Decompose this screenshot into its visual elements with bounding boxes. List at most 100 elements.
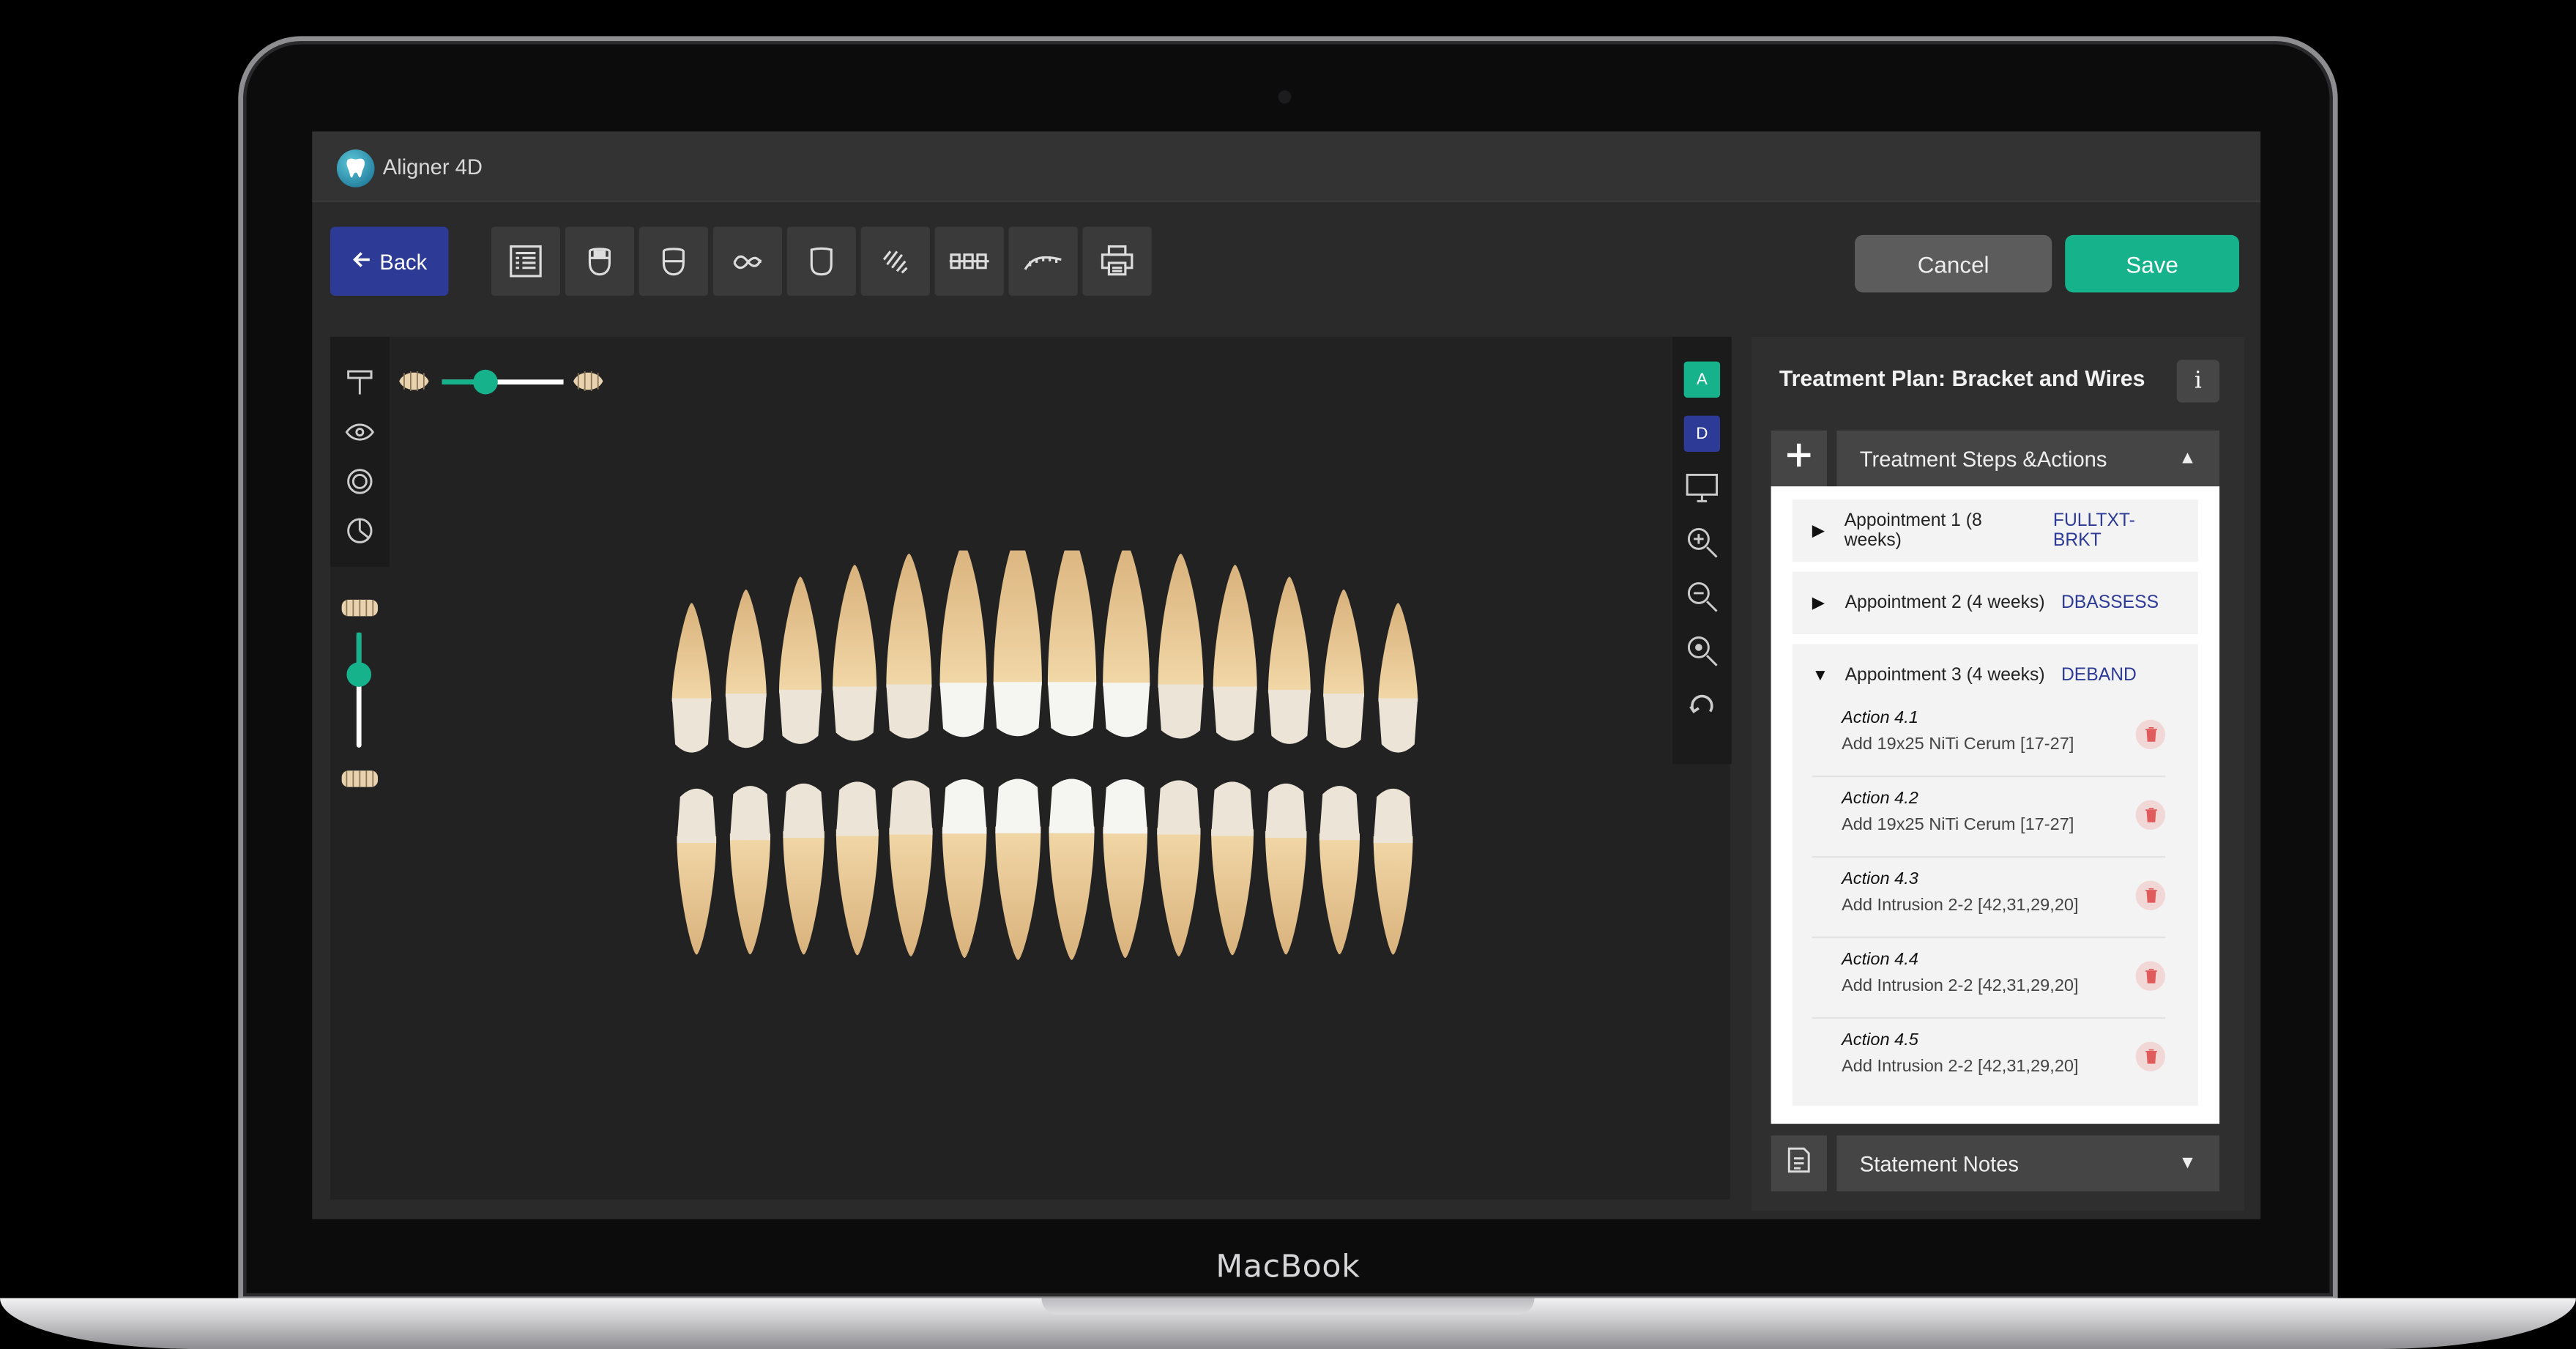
action-item[interactable]: Action 4.4 Add Intrusion 2-2 [42,31,29,2… [1812, 938, 2166, 1019]
action-description: Add 19x25 NiTi Cerum [17-27] [1842, 734, 2074, 754]
appointment-label: Appointment 1 (8 weeks) [1844, 510, 1982, 551]
lower-tooth-crown [1211, 781, 1254, 836]
device-brand: MacBook [1216, 1249, 1360, 1285]
tooth-logo-icon [336, 149, 375, 187]
upper-tooth-crown [671, 698, 712, 753]
app-window: Aligner 4D Back Cancel Save A D Treatmen… [312, 131, 2261, 1219]
lower-tooth-crown [889, 780, 933, 835]
trash-icon[interactable] [2135, 800, 2166, 830]
action-item[interactable]: Action 4.5 Add Intrusion 2-2 [42,31,29,2… [1812, 1019, 2166, 1099]
save-label: Save [2126, 250, 2178, 278]
note-add-icon [1784, 1145, 1814, 1183]
upper-tooth-root [939, 550, 987, 686]
zoom-in-icon[interactable] [1684, 524, 1720, 560]
rotate-icon[interactable] [1684, 687, 1720, 723]
jaw-slider-knob[interactable] [346, 662, 372, 687]
action-title: Action 4.3 [1842, 869, 1918, 889]
action-item[interactable]: Action 4.3 Add Intrusion 2-2 [42,31,29,2… [1812, 858, 2166, 939]
back-button-label: Back [379, 248, 428, 274]
appointment-item[interactable]: ▶ Appointment 1 (8 weeks) FULLTXT-BRKT [1792, 499, 2198, 562]
spring-icon[interactable] [860, 226, 930, 296]
lower-tooth-crown [1319, 786, 1360, 841]
wire-icon[interactable] [1008, 226, 1078, 296]
cancel-label: Cancel [1917, 250, 1989, 278]
brackets-icon[interactable] [934, 226, 1004, 296]
treatment-steps-header[interactable]: Treatment Steps &Actions ▲ [1836, 430, 2220, 487]
document-list-icon[interactable] [491, 226, 561, 296]
lower-tooth-crown [1265, 783, 1307, 838]
appointment-label: Appointment 3 (4 weeks) [1844, 665, 2045, 685]
action-description: Add Intrusion 2-2 [42,31,29,20] [1842, 895, 2079, 915]
upper-tooth-crown [1047, 682, 1097, 737]
pie-icon[interactable] [343, 514, 376, 547]
back-button[interactable]: Back [330, 226, 449, 296]
lower-tooth-root [677, 836, 717, 955]
trash-icon[interactable] [2135, 1041, 2166, 1071]
cancel-button[interactable]: Cancel [1855, 234, 2052, 293]
zoom-fit-icon[interactable] [1684, 633, 1720, 669]
upper-tooth-root [886, 553, 932, 688]
appointment-item[interactable]: ▶ Appointment 2 (4 weeks) DBASSESS [1792, 571, 2198, 635]
upper-tooth-crown [939, 683, 987, 737]
action-description: Add Intrusion 2-2 [42,31,29,20] [1842, 1056, 2079, 1077]
lower-tooth-root [1265, 830, 1307, 955]
laptop-notch [1041, 1298, 1535, 1315]
paint-roller-icon[interactable] [343, 366, 376, 399]
statement-notes-header[interactable]: Statement Notes ▼ [1836, 1135, 2220, 1192]
action-item[interactable]: Action 4.1 Add 19x25 NiTi Cerum [17-27] [1812, 696, 2166, 778]
upper-tooth-root [778, 576, 822, 694]
appointment-code: DBASSESS [2061, 592, 2159, 613]
arrow-left-icon [351, 249, 371, 274]
info-button[interactable]: i [2176, 360, 2220, 403]
lower-tooth-root [1373, 836, 1413, 955]
upper-tooth-crown [833, 686, 877, 741]
lower-jaw-icon[interactable] [639, 226, 708, 296]
treatment-plan-panel: Treatment Plan: Bracket and Wires i Trea… [1751, 336, 2244, 1211]
panel-title: Treatment Plan: Bracket and Wires [1779, 366, 2145, 391]
notes-add-button[interactable] [1771, 1135, 1827, 1192]
eye-icon[interactable] [343, 416, 376, 449]
save-button[interactable]: Save [2065, 234, 2240, 293]
opacity-slider[interactable] [396, 363, 610, 403]
lower-tooth-root [1049, 826, 1095, 960]
dental-arch-model[interactable] [650, 550, 1439, 978]
left-tool-column [330, 336, 390, 568]
view-d-button[interactable]: D [1683, 415, 1721, 452]
upper-tooth-root [1047, 550, 1097, 685]
triangle-down-icon: ▼ [2178, 1153, 2197, 1173]
upper-tooth-crown [1103, 683, 1150, 737]
lower-tooth-crown [783, 783, 824, 838]
plus-icon [1784, 439, 1814, 477]
upper-jaw-icon[interactable] [565, 226, 635, 296]
upper-tooth-crown [725, 694, 767, 748]
upper-tooth-root [1267, 576, 1311, 694]
monitor-icon[interactable] [1684, 470, 1720, 506]
3d-viewport[interactable]: A D [330, 336, 1732, 1200]
action-item[interactable]: Action 4.2 Add 19x25 NiTi Cerum [17-27] [1812, 777, 2166, 858]
printer-icon[interactable] [1082, 226, 1152, 296]
upper-tooth-root [1158, 553, 1204, 688]
arch-link-icon[interactable] [712, 226, 782, 296]
appointment-item-expanded[interactable]: ▼ Appointment 3 (4 weeks) DEBAND Action … [1792, 644, 2198, 1106]
add-step-button[interactable] [1771, 430, 1827, 487]
triangle-right-icon: ▶ [1812, 521, 1825, 540]
appointment-code: FULLTXT-BRKT [2052, 510, 2135, 551]
action-list: Action 4.1 Add 19x25 NiTi Cerum [17-27] … [1812, 696, 2178, 1099]
lower-tooth-root [729, 833, 771, 955]
jaw-open-slider[interactable] [330, 583, 390, 797]
zoom-out-icon[interactable] [1684, 579, 1720, 614]
trash-icon[interactable] [2135, 719, 2166, 750]
upper-tooth-root [1213, 565, 1257, 691]
notes-header-label: Statement Notes [1859, 1151, 2019, 1176]
opacity-slider-knob[interactable] [473, 369, 498, 395]
lower-tooth-crown [1157, 780, 1201, 835]
trash-icon[interactable] [2135, 880, 2166, 910]
ring-icon[interactable] [343, 465, 376, 498]
upper-arch-icon [340, 596, 379, 625]
lower-tooth-root [942, 827, 987, 959]
upper-tooth-crown [1213, 686, 1257, 741]
view-a-button[interactable]: A [1683, 361, 1721, 398]
tooth-icon[interactable] [786, 226, 856, 296]
upper-tooth-crown [993, 682, 1042, 737]
trash-icon[interactable] [2135, 961, 2166, 991]
